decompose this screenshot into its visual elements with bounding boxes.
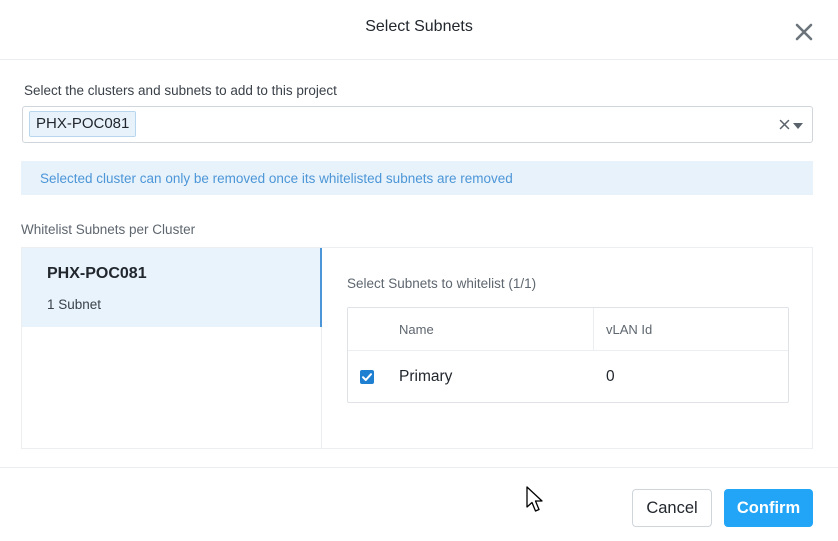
subnet-table: Name vLAN Id Primary 0 [347, 307, 789, 403]
selected-cluster-tag[interactable]: PHX-POC081 [29, 111, 137, 137]
chevron-down-icon[interactable] [793, 123, 803, 129]
dialog-footer: Cancel Confirm [0, 467, 838, 541]
info-banner-text: Selected cluster can only be removed onc… [40, 171, 513, 186]
cluster-subnet-count: 1 Subnet [47, 297, 102, 312]
clear-icon[interactable] [779, 119, 790, 130]
mouse-pointer-icon [526, 486, 543, 512]
table-row: Primary 0 [348, 351, 788, 402]
dialog-header: Select Subnets [0, 0, 838, 60]
column-divider [593, 308, 594, 351]
info-banner: Selected cluster can only be removed onc… [21, 161, 813, 195]
dialog-title: Select Subnets [365, 18, 473, 35]
cluster-list: PHX-POC081 1 Subnet [22, 248, 322, 448]
cluster-item-name: PHX-POC081 [47, 265, 147, 282]
cancel-button[interactable]: Cancel [632, 489, 712, 527]
whitelist-section-label: Whitelist Subnets per Cluster [21, 222, 196, 237]
subnet-checkbox[interactable] [360, 370, 374, 384]
cluster-item-phx-poc081[interactable]: PHX-POC081 1 Subnet [22, 248, 322, 327]
column-header-vlan-id: vLAN Id [606, 322, 653, 337]
confirm-button[interactable]: Confirm [724, 489, 813, 527]
subnets-title: Select Subnets to whitelist (1/1) [347, 276, 537, 291]
cluster-selector-label: Select the clusters and subnets to add t… [24, 83, 337, 98]
subnet-vlan-cell: 0 [606, 368, 615, 385]
checkmark-icon [362, 373, 372, 381]
cluster-multiselect[interactable]: PHX-POC081 [22, 106, 813, 143]
whitelist-panel: PHX-POC081 1 Subnet Select Subnets to wh… [21, 247, 813, 449]
subnet-name-cell: Primary [399, 368, 453, 385]
column-header-name: Name [399, 322, 434, 337]
table-header: Name vLAN Id [348, 308, 788, 351]
close-icon[interactable] [794, 22, 814, 42]
